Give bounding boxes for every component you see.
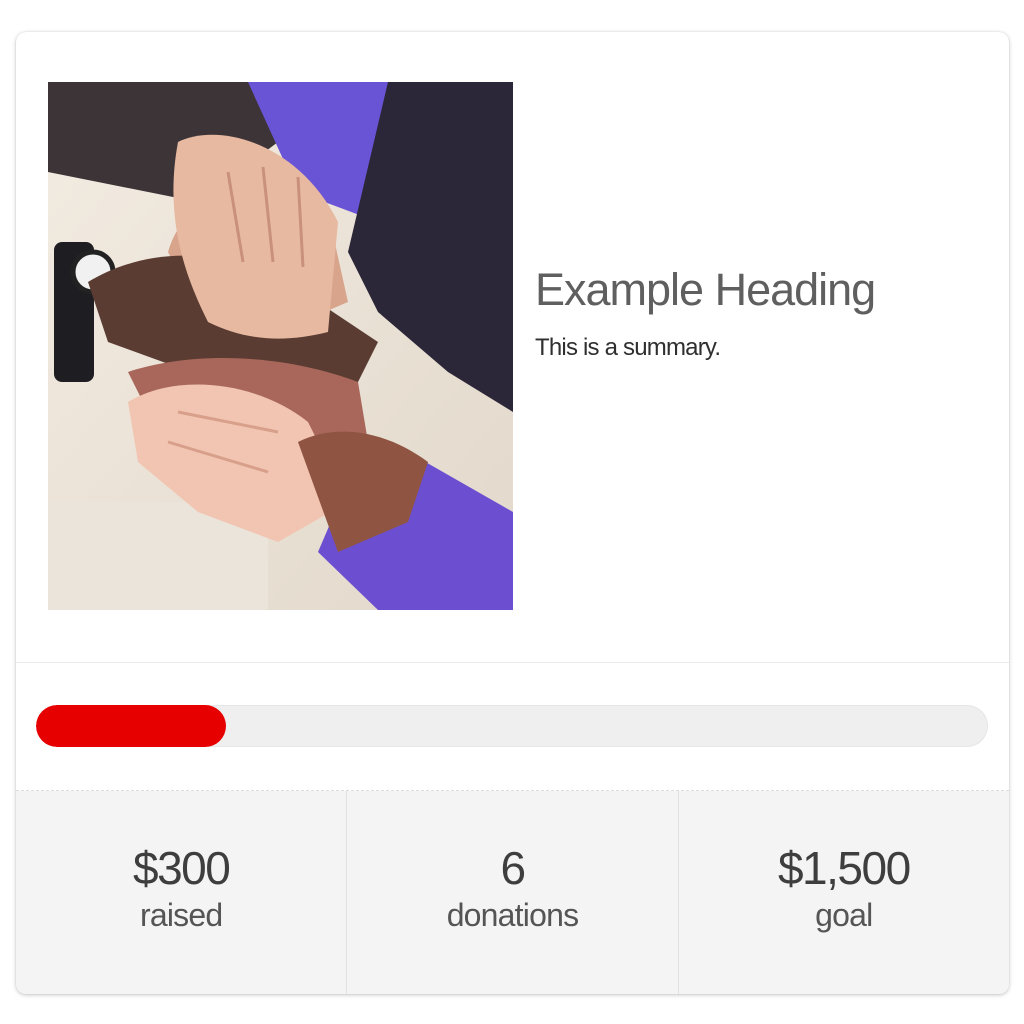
stat-donations-label: donations — [446, 896, 579, 933]
progress-section — [16, 663, 1009, 791]
stat-goal: $1,500 goal — [679, 791, 1009, 994]
campaign-card: Example Heading This is a summary. $300 … — [16, 32, 1009, 994]
stat-donations: 6 donations — [347, 791, 679, 994]
progress-bar — [36, 705, 988, 747]
campaign-summary: This is a summary. — [535, 333, 721, 361]
stat-goal-label: goal — [815, 896, 873, 933]
campaign-heading: Example Heading — [535, 264, 876, 315]
stat-donations-value: 6 — [500, 842, 526, 894]
progress-bar-fill — [36, 705, 227, 747]
stacked-hands-photo-icon — [48, 82, 513, 610]
stat-goal-value: $1,500 — [777, 842, 911, 894]
campaign-image — [48, 82, 513, 610]
stat-raised-value: $300 — [132, 842, 231, 894]
campaign-hero: Example Heading This is a summary. — [16, 32, 1009, 663]
stat-raised: $300 raised — [16, 791, 348, 994]
campaign-text: Example Heading This is a summary. — [535, 264, 975, 362]
stat-raised-label: raised — [139, 896, 223, 933]
stats-row: $300 raised 6 donations $1,500 goal — [16, 791, 1009, 994]
